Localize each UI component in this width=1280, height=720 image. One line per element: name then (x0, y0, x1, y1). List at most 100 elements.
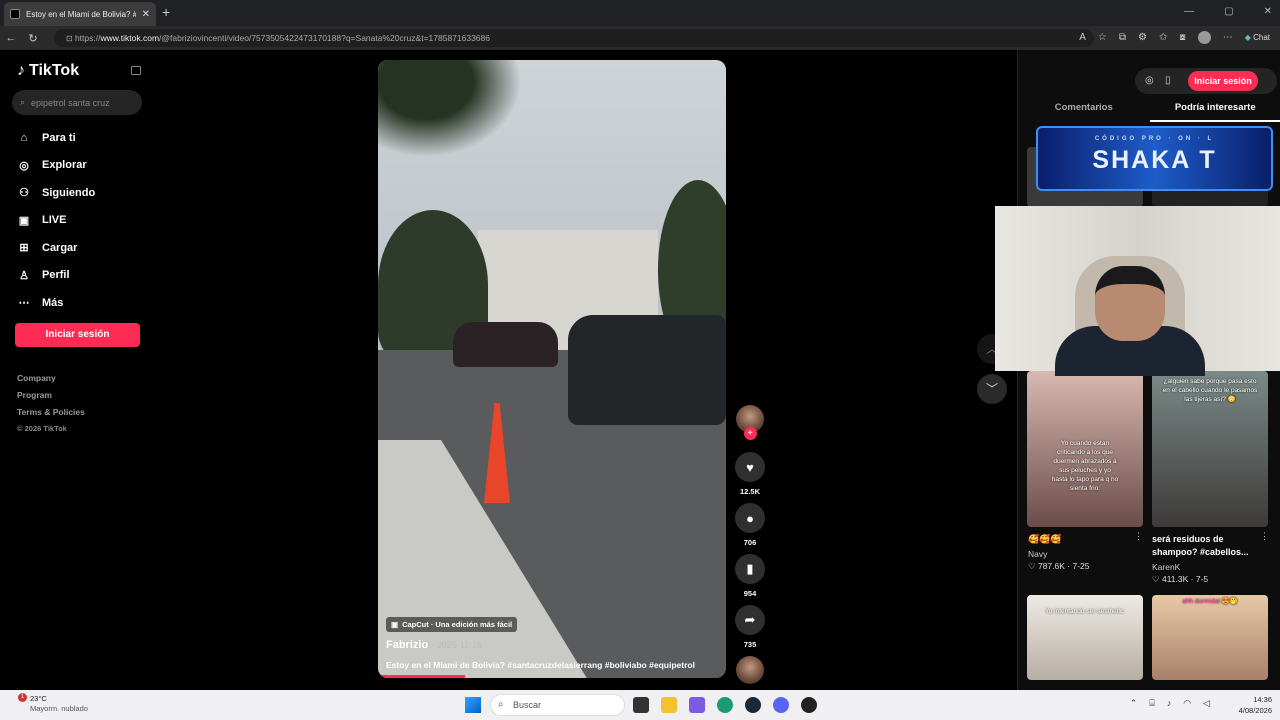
tiktok-favicon-icon (10, 9, 20, 19)
header-login-button[interactable]: Iniciar sesión (1188, 71, 1258, 91)
new-tab-button[interactable]: + (162, 4, 170, 20)
wifi-icon[interactable]: ◠ (1183, 698, 1191, 709)
taskbar-search-label: Buscar (513, 700, 542, 710)
footer-link-company[interactable]: Company (17, 373, 85, 390)
music-disc (734, 656, 766, 684)
copilot-chat-button[interactable]: ◆ Chat (1245, 33, 1270, 42)
recommended-thumb-4[interactable]: ahh dormidal 😍🤭 (1152, 595, 1268, 680)
collapse-sidebar-icon[interactable] (131, 66, 141, 75)
close-window-icon[interactable]: ✕ (1264, 6, 1272, 17)
sidebar-item-perfil[interactable]: ♙ Perfil (17, 262, 95, 290)
browser-tab[interactable]: Estoy en el Miami de Bolivia? #san ✕ (4, 2, 156, 26)
music-avatar[interactable] (736, 656, 764, 684)
taskbar-search[interactable]: ⌕ Buscar (490, 694, 625, 716)
tab-comentarios[interactable]: Comentarios (1018, 102, 1150, 122)
comment-icon[interactable]: ● (735, 503, 765, 533)
like-heart-icon[interactable]: ♥ (735, 452, 765, 482)
video-palm (378, 60, 538, 170)
sidebar-item-explorar[interactable]: ◎ Explorar (17, 152, 95, 180)
discord-icon[interactable] (773, 697, 789, 713)
sidebar-item-label: Siguiendo (42, 186, 96, 199)
bookmark-icon[interactable]: ▮ (735, 554, 765, 584)
task-view-icon[interactable] (633, 697, 649, 713)
sidebar-item-cargar[interactable]: ⊞ Cargar (17, 234, 95, 262)
copilot-app-icon[interactable] (689, 697, 705, 713)
compass-circle-icon[interactable]: ◎ (1145, 75, 1154, 86)
weather-condition: Mayorm. nublado (30, 704, 88, 713)
follow-plus-icon[interactable]: + (743, 427, 757, 440)
save-action: ▮ 954 (734, 554, 766, 598)
volume-icon[interactable]: ◁ (1203, 698, 1210, 709)
address-bar-row: ← ↻ ⊡ https://www.tiktok.com/@fabriziovi… (0, 26, 1280, 50)
extensions-icon[interactable]: ⧉ (1119, 32, 1126, 43)
maximize-icon[interactable]: ▢ (1224, 6, 1233, 17)
edge-icon[interactable] (717, 697, 733, 713)
next-video-button[interactable]: ﹀ (977, 374, 1007, 404)
split-icon[interactable]: ⚙ (1138, 32, 1147, 43)
chat-label: Chat (1253, 33, 1270, 42)
card-caption[interactable]: 🥰🥰🥰 (1028, 533, 1143, 546)
recommended-thumb-1[interactable]: Yo cuando estan criticando a los que due… (1027, 371, 1143, 527)
collections-icon[interactable]: ⧇ (1179, 32, 1185, 43)
tiktok-note-icon: ♪ (17, 62, 25, 79)
card-username[interactable]: KarenK (1152, 562, 1180, 572)
browser-toolbar: A ☆ ⧉ ⚙ ✩ ⧇ ⋯ ◆ Chat (1079, 31, 1270, 44)
sidebar-item-siguiendo[interactable]: ⚇ Siguiendo (17, 179, 95, 207)
phone-icon[interactable]: ▯ (1165, 75, 1171, 86)
more-menu-icon[interactable]: ⋯ (1223, 32, 1233, 43)
close-tab-icon[interactable]: ✕ (142, 9, 150, 20)
network-icon[interactable]: ⌸ (1149, 698, 1154, 709)
weather-widget[interactable]: 1 23°C Mayorm. nublado (12, 693, 88, 714)
window-controls: — ▢ ✕ (1184, 6, 1272, 17)
card-more-icon[interactable]: ⋮ (1134, 531, 1143, 542)
webcam-overlay (995, 206, 1280, 376)
recommended-thumb-3[interactable]: Yo intentando ser aesthetic: (1027, 595, 1143, 680)
windows-start-icon[interactable] (465, 697, 481, 713)
thumb-overlay-text: ahh dormidal 😍🤭 (1182, 598, 1238, 605)
capcut-badge[interactable]: ▣ CapCut · Una edición más fácil (386, 617, 518, 632)
search-icon: ⌕ (20, 97, 26, 107)
minimize-icon[interactable]: — (1184, 6, 1194, 17)
taskbar-apps (633, 697, 817, 713)
reload-icon[interactable]: ↻ (22, 32, 44, 45)
microphone-icon[interactable]: ♪ (1167, 698, 1172, 709)
profile-avatar[interactable] (1197, 31, 1211, 44)
browser-tab-bar: Estoy en el Miami de Bolivia? #san ✕ + —… (0, 0, 1280, 26)
home-icon: ⌂ (20, 131, 28, 144)
file-explorer-icon[interactable] (661, 697, 677, 713)
card-caption[interactable]: será residuos de shampoo? #cabellos... (1152, 533, 1267, 559)
back-icon[interactable]: ← (0, 32, 22, 44)
footer-link-terms[interactable]: Terms & Policies (17, 407, 85, 424)
video-info-overlay: ▣ CapCut · Una edición más fácil Fabrizio… (386, 614, 718, 670)
sidebar-item-mas[interactable]: ⋯ Más (17, 289, 95, 317)
sidebar-item-live[interactable]: ▣ LIVE (17, 207, 95, 235)
read-aloud-icon[interactable]: A (1079, 32, 1086, 43)
card-username[interactable]: Navy (1028, 549, 1047, 559)
sidebar-nav: ⌂ Para ti ◎ Explorar ⚇ Siguiendo ▣ LIVE ⊞ Car… (17, 124, 96, 317)
video-progress-bar[interactable] (378, 675, 465, 678)
card-stats: ♡ 411.3K · 7-5 (1152, 574, 1209, 584)
sidebar-item-label: LIVE (42, 214, 67, 227)
steam-icon[interactable] (745, 697, 761, 713)
sidebar-item-label: Explorar (42, 159, 87, 172)
footer-link-program[interactable]: Program (17, 390, 85, 407)
url-field[interactable]: ⊡ https://www.tiktok.com/@fabriziovincen… (54, 29, 1094, 47)
favorite-star-icon[interactable]: ☆ (1098, 32, 1107, 43)
favorites-icon[interactable]: ✩ (1159, 32, 1167, 43)
recommended-thumb-2[interactable]: ¿alguien sabe porque pasa esto en el cab… (1152, 371, 1268, 527)
search-input[interactable]: ⌕ epipetrol santa cruz (12, 90, 142, 115)
tab-podria-interesarte[interactable]: Podría interesarte (1149, 102, 1280, 122)
sidebar-item-para-ti[interactable]: ⌂ Para ti (17, 124, 95, 152)
video-player[interactable]: ▣ CapCut · Una edición más fácil Fabrizio… (378, 60, 726, 678)
taskbar: 1 23°C Mayorm. nublado ⌕ Buscar ⌃ ⌸ ♪ ◠ … (0, 690, 1280, 720)
sidebar-item-label: Para ti (42, 131, 76, 144)
video-author[interactable]: Fabrizio (386, 639, 428, 651)
tiktok-logo[interactable]: ♪ TikTok (17, 62, 79, 80)
obs-icon[interactable] (801, 697, 817, 713)
card-more-icon[interactable]: ⋮ (1260, 531, 1269, 542)
login-button[interactable]: Iniciar sesión (15, 323, 140, 347)
clock[interactable]: 14:36 4/08/2026 (1239, 694, 1272, 716)
share-arrow-icon[interactable]: ➦ (735, 605, 765, 635)
chevron-up-icon[interactable]: ⌃ (1130, 698, 1138, 709)
thumb-overlay-text: Yo intentando ser aesthetic: (1045, 608, 1125, 615)
